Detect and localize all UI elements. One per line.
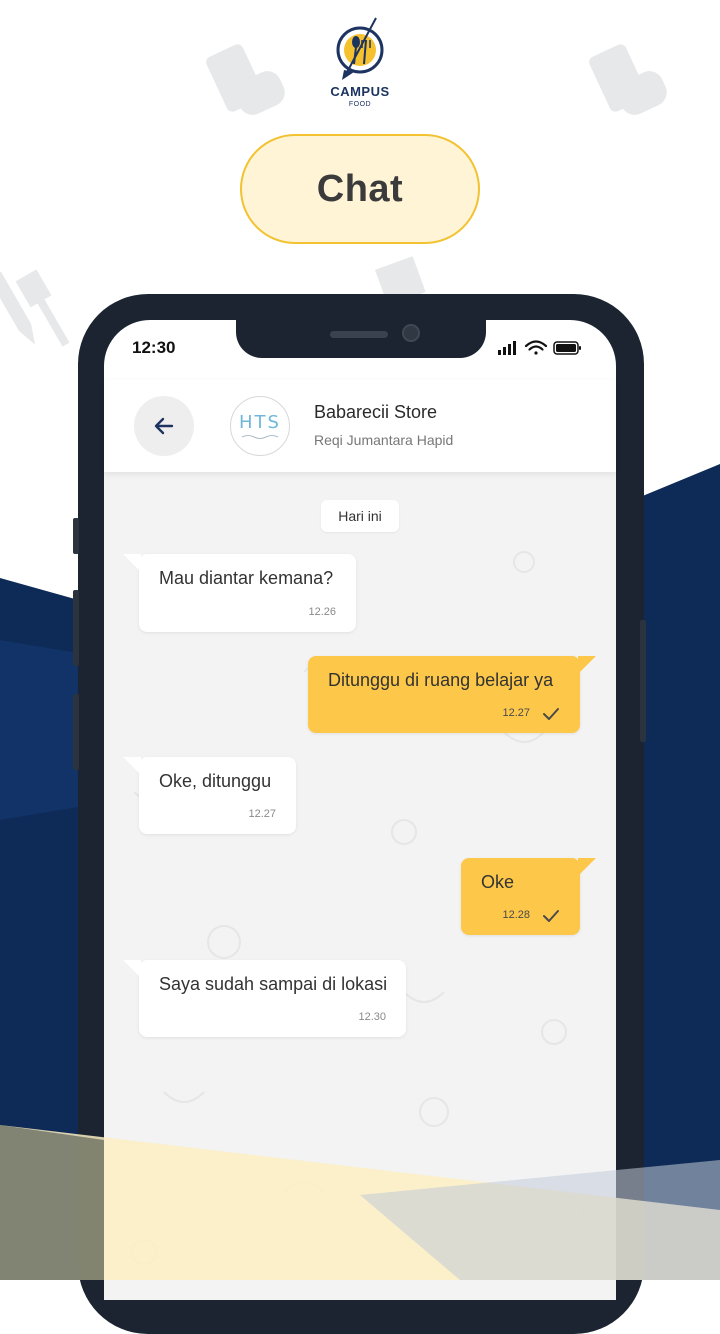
message-time: 12.27 (248, 808, 276, 820)
store-avatar[interactable]: HTS (230, 396, 290, 456)
phone-camera (402, 324, 420, 342)
phone-side-button (640, 620, 646, 742)
status-time: 12:30 (132, 338, 176, 357)
message-bubble-outgoing[interactable]: Oke 12.28 (461, 858, 596, 935)
message-bubble-outgoing[interactable]: Ditunggu di ruang belajar ya 12.27 (308, 656, 596, 733)
message-text: Oke (481, 872, 515, 892)
message-text: Mau diantar kemana? (159, 568, 334, 588)
back-button[interactable] (134, 396, 194, 456)
store-name[interactable]: Babarecii Store (314, 402, 437, 423)
phone-notch (236, 318, 486, 358)
phone-speaker (330, 331, 388, 338)
chat-header: HTS Babarecii Store Reqi Jumantara Hapid (104, 380, 616, 472)
logo-icon (336, 17, 384, 80)
bubble-tail (578, 656, 596, 674)
logo-title: CAMPUS (330, 84, 390, 99)
avatar-text: HTS (239, 411, 281, 433)
message-bubble-incoming[interactable]: Saya sudah sampai di lokasi 12.30 (123, 960, 406, 1037)
message-time: 12.30 (358, 1011, 386, 1023)
message-text: Ditunggu di ruang belajar ya (328, 670, 554, 690)
phone-side-button (73, 518, 79, 554)
message-bubble-incoming[interactable]: Mau diantar kemana? 12.26 (123, 554, 356, 632)
wifi-icon (524, 340, 548, 355)
check-icon (543, 708, 559, 720)
check-icon (543, 910, 559, 922)
message-time: 12.26 (308, 606, 336, 618)
date-separator: Hari ini (321, 500, 399, 532)
message-time: 12.27 (502, 707, 530, 719)
arrow-left-icon (154, 417, 174, 435)
page-title: Chat (240, 134, 480, 244)
signal-icon (498, 341, 516, 355)
bubble-tail (123, 960, 141, 978)
campus-food-logo: CAMPUS FOOD (320, 14, 400, 114)
bubble-tail (578, 858, 596, 876)
bubble-tail (123, 554, 141, 572)
store-user-name: Reqi Jumantara Hapid (314, 432, 454, 448)
bubble-tail (123, 757, 141, 775)
status-icons (498, 340, 581, 355)
chat-messages-area[interactable]: Hari ini Mau diantar kemana? 12.26 Ditun… (104, 472, 616, 1300)
battery-icon (553, 341, 581, 355)
phone-side-button (73, 694, 79, 770)
message-bubble-incoming[interactable]: Oke, ditunggu 12.27 (123, 757, 296, 834)
phone-side-button (73, 590, 79, 666)
logo-subtitle: FOOD (348, 101, 372, 108)
avatar-scribble (241, 434, 279, 439)
message-text: Saya sudah sampai di lokasi (159, 974, 388, 994)
message-text: Oke, ditunggu (159, 771, 272, 791)
message-time: 12.28 (502, 909, 530, 921)
